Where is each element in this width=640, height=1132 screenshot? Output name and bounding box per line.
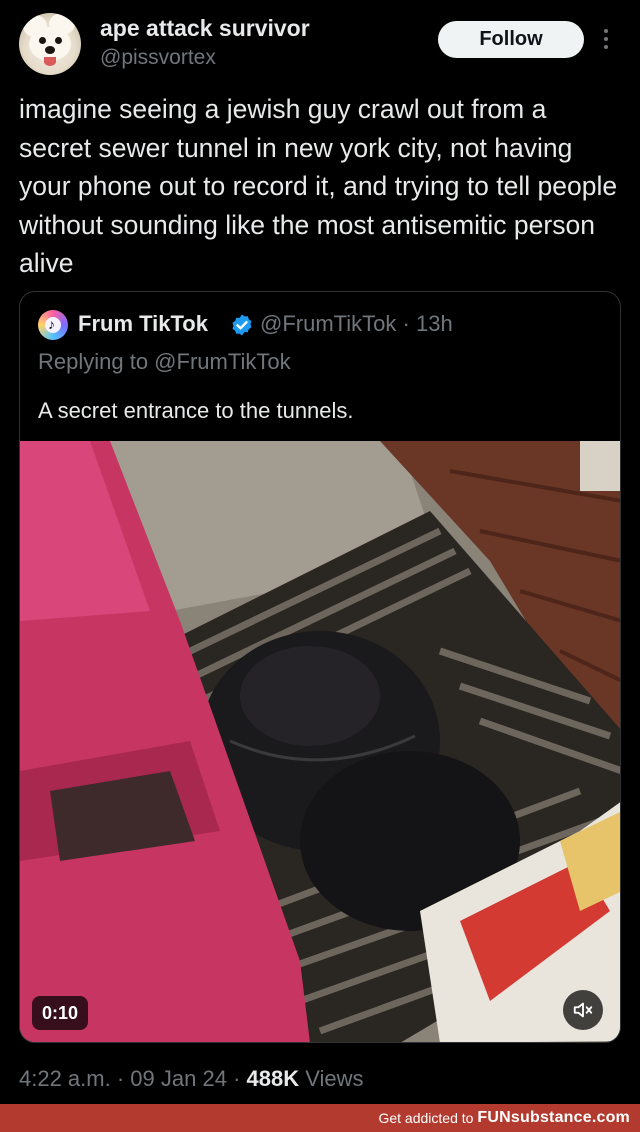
tiktok-logo-icon: ♪ bbox=[48, 316, 55, 332]
avatar-eye bbox=[39, 37, 46, 44]
quoted-tweet-text: A secret entrance to the tunnels. bbox=[38, 398, 354, 423]
more-vertical-icon[interactable] bbox=[600, 28, 612, 50]
tweet-header: ape attack survivor @pissvortex Follow bbox=[0, 0, 640, 86]
more-dot bbox=[604, 37, 608, 41]
mute-button[interactable] bbox=[563, 990, 603, 1030]
quoted-author-handle-line: @FrumTikTok · 13h bbox=[260, 311, 453, 337]
more-dot bbox=[604, 45, 608, 49]
author-display-name[interactable]: ape attack survivor bbox=[100, 15, 310, 42]
avatar-eye bbox=[55, 37, 62, 44]
views-label: Views bbox=[305, 1066, 364, 1091]
follow-button[interactable]: Follow bbox=[438, 21, 584, 58]
quoted-author-avatar[interactable]: ♪ bbox=[38, 310, 68, 340]
video-duration-badge: 0:10 bbox=[32, 996, 89, 1030]
post-date[interactable]: 09 Jan 24 bbox=[130, 1066, 227, 1091]
video-player[interactable]: 0:10 bbox=[20, 441, 620, 1042]
more-dot bbox=[604, 29, 608, 33]
avatar-fur bbox=[29, 27, 71, 61]
author-handle[interactable]: @pissvortex bbox=[100, 46, 216, 70]
separator-dot: · bbox=[402, 311, 410, 336]
post-time[interactable]: 4:22 a.m. bbox=[19, 1066, 111, 1091]
watermark-brand: FUNsubstance.com bbox=[477, 1109, 630, 1126]
speaker-muted-icon bbox=[573, 1002, 593, 1018]
tweet-text: imagine seeing a jewish guy crawl out fr… bbox=[19, 94, 618, 278]
watermark-prefix: Get addicted to bbox=[378, 1110, 474, 1126]
quoted-author-name[interactable]: Frum TikTok bbox=[78, 311, 208, 337]
replying-to-line[interactable]: Replying to @FrumTikTok bbox=[38, 349, 291, 375]
verified-badge-icon bbox=[232, 314, 252, 336]
watermark-bar: Get addicted to FUNsubstance.com bbox=[0, 1104, 640, 1132]
separator-dot: · bbox=[116, 1066, 125, 1091]
quoted-post-age[interactable]: 13h bbox=[416, 311, 453, 336]
avatar-nose bbox=[45, 46, 55, 54]
quoted-author-handle[interactable]: @FrumTikTok bbox=[260, 311, 396, 336]
views-count: 488K bbox=[246, 1066, 300, 1091]
quoted-tweet-card[interactable]: ♪ Frum TikTok @FrumTikTok · 13h Replying… bbox=[19, 291, 621, 1043]
tweet-meta: 4:22 a.m. · 09 Jan 24 · 488K Views bbox=[19, 1066, 364, 1092]
separator-dot: · bbox=[233, 1066, 241, 1091]
video-frame bbox=[20, 441, 620, 1042]
author-avatar[interactable] bbox=[19, 13, 81, 75]
avatar-tongue bbox=[44, 57, 56, 66]
